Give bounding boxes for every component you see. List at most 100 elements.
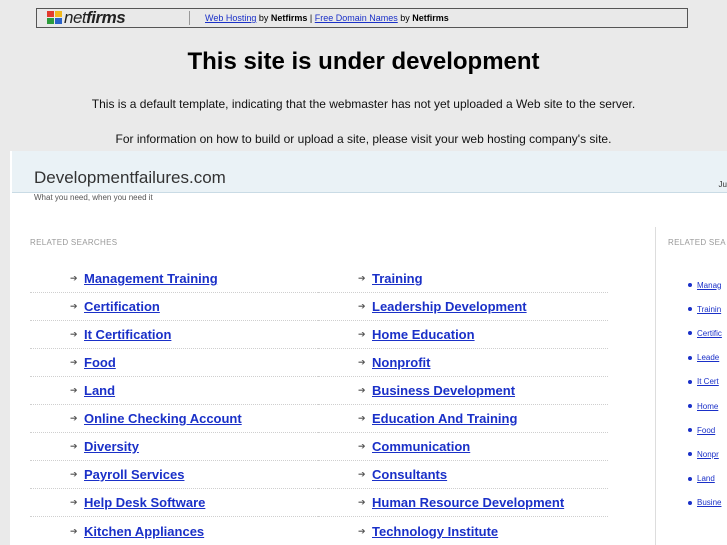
side-link-row: Certific	[688, 321, 727, 345]
link-row: ➔ Communication	[318, 433, 608, 461]
arrow-icon: ➔	[358, 385, 366, 395]
related-search-link[interactable]: Education And Training	[372, 411, 517, 426]
right-links: ➔ Training ➔ Leadership Development ➔ Home Ed…	[318, 265, 608, 545]
bar-links: Web Hosting by Netfirms | Free Domain Na…	[205, 13, 449, 23]
side-search-link[interactable]: Land	[697, 474, 715, 483]
link-row: ➔ Human Resource Development	[318, 489, 608, 517]
side-search-link[interactable]: Nonpr	[697, 450, 719, 459]
link-row: ➔ Online Checking Account	[30, 405, 320, 433]
bullet-icon	[688, 379, 692, 384]
column-divider	[655, 227, 656, 545]
page-title: This site is under development	[187, 48, 540, 75]
link-row: ➔ Consultants	[318, 461, 608, 489]
side-search-link[interactable]: Certific	[697, 329, 722, 338]
left-links: ➔ Management Training ➔ Certification ➔ It Ce…	[30, 265, 320, 545]
related-search-link[interactable]: Diversity	[84, 439, 139, 454]
arrow-icon: ➔	[358, 525, 366, 536]
arrow-icon: ➔	[358, 357, 366, 367]
related-search-link[interactable]: Help Desk Software	[84, 495, 205, 510]
link-row: ➔ Help Desk Software	[30, 489, 320, 517]
related-search-link[interactable]: Communication	[372, 439, 470, 454]
site-frame: Developmentfailures.com What you need, w…	[10, 151, 727, 545]
side-link-row: Nonpr	[688, 442, 727, 466]
bullet-icon	[688, 331, 692, 336]
brand-text: Netfirms	[412, 13, 449, 23]
related-search-link[interactable]: Certification	[84, 299, 160, 314]
related-search-link[interactable]: Consultants	[372, 467, 447, 482]
link-row: ➔ Nonprofit	[318, 349, 608, 377]
arrow-icon: ➔	[70, 329, 78, 339]
related-search-link[interactable]: Online Checking Account	[84, 411, 242, 426]
arrow-icon: ➔	[358, 497, 366, 507]
related-search-link[interactable]: It Certification	[84, 327, 171, 342]
side-search-link[interactable]: Food	[697, 426, 715, 435]
link-row: ➔ Business Development	[318, 377, 608, 405]
link-row: ➔ Training	[318, 265, 608, 293]
link-row: ➔ Leadership Development	[318, 293, 608, 321]
arrow-icon: ➔	[358, 469, 366, 479]
related-searches-label: RELATED SEARCHES	[30, 238, 118, 247]
bullet-icon	[688, 283, 692, 288]
side-search-link[interactable]: Leade	[697, 353, 719, 362]
related-search-link[interactable]: Business Development	[372, 383, 515, 398]
bar-divider	[189, 11, 190, 25]
link-row: ➔ Education And Training	[318, 405, 608, 433]
related-search-link[interactable]: Food	[84, 355, 116, 370]
arrow-icon: ➔	[70, 469, 78, 479]
link-row: ➔ Food	[30, 349, 320, 377]
arrow-icon: ➔	[70, 357, 78, 367]
link-row: ➔ It Certification	[30, 321, 320, 349]
related-search-link[interactable]: Nonprofit	[372, 355, 430, 370]
site-tagline: What you need, when you need it	[34, 193, 153, 202]
arrow-icon: ➔	[70, 497, 78, 507]
side-link-row: It Cert	[688, 370, 727, 394]
side-link-row: Manag	[688, 273, 727, 297]
site-header-right: Ju	[718, 180, 727, 189]
web-hosting-link[interactable]: Web Hosting	[205, 13, 256, 23]
side-search-link[interactable]: Manag	[697, 281, 721, 290]
link-row: ➔ Diversity	[30, 433, 320, 461]
notice-line-1: This is a default template, indicating t…	[91, 97, 636, 111]
bullet-icon	[688, 404, 692, 409]
side-search-link[interactable]: Busine	[697, 498, 721, 507]
link-row: ➔ Land	[30, 377, 320, 405]
related-search-link[interactable]: Leadership Development	[372, 299, 527, 314]
side-links: Manag Trainin Certific Leade It Cert Home Food…	[688, 273, 727, 515]
side-search-link[interactable]: Home	[697, 402, 718, 411]
site-name[interactable]: Developmentfailures.com	[34, 168, 226, 188]
link-row: ➔ Certification	[30, 293, 320, 321]
related-search-link[interactable]: Land	[84, 383, 115, 398]
by-text: by	[256, 13, 271, 23]
arrow-icon: ➔	[70, 385, 78, 395]
side-link-row: Trainin	[688, 297, 727, 321]
side-link-row: Busine	[688, 491, 727, 515]
side-link-row: Leade	[688, 346, 727, 370]
netfirms-logo-icon	[47, 11, 63, 25]
bullet-icon	[688, 428, 692, 433]
link-row: ➔ Management Training	[30, 265, 320, 293]
arrow-icon: ➔	[358, 273, 366, 283]
related-search-link[interactable]: Payroll Services	[84, 467, 184, 482]
side-search-link[interactable]: Trainin	[697, 305, 721, 314]
link-row: ➔ Payroll Services	[30, 461, 320, 489]
notice-line-2: For information on how to build or uploa…	[115, 132, 612, 146]
brand-text: Netfirms	[270, 13, 308, 23]
related-search-link[interactable]: Kitchen Appliances	[84, 524, 204, 539]
related-search-link[interactable]: Home Education	[372, 327, 475, 342]
arrow-icon: ➔	[70, 413, 78, 423]
side-search-link[interactable]: It Cert	[697, 377, 719, 386]
arrow-icon: ➔	[70, 301, 78, 311]
arrow-icon: ➔	[358, 329, 366, 339]
side-related-label: RELATED SEA	[668, 238, 726, 247]
bullet-icon	[688, 476, 692, 481]
arrow-icon: ➔	[70, 441, 78, 451]
free-domain-link[interactable]: Free Domain Names	[315, 13, 398, 23]
related-search-link[interactable]: Training	[372, 271, 423, 286]
link-row: ➔ Home Education	[318, 321, 608, 349]
link-row: ➔ Kitchen Appliances	[30, 517, 320, 545]
netfirms-logo[interactable]: netfirms	[37, 9, 177, 26]
related-search-link[interactable]: Management Training	[84, 271, 218, 286]
related-search-link[interactable]: Human Resource Development	[372, 495, 564, 510]
arrow-icon: ➔	[70, 525, 78, 536]
related-search-link[interactable]: Technology Institute	[372, 524, 498, 539]
